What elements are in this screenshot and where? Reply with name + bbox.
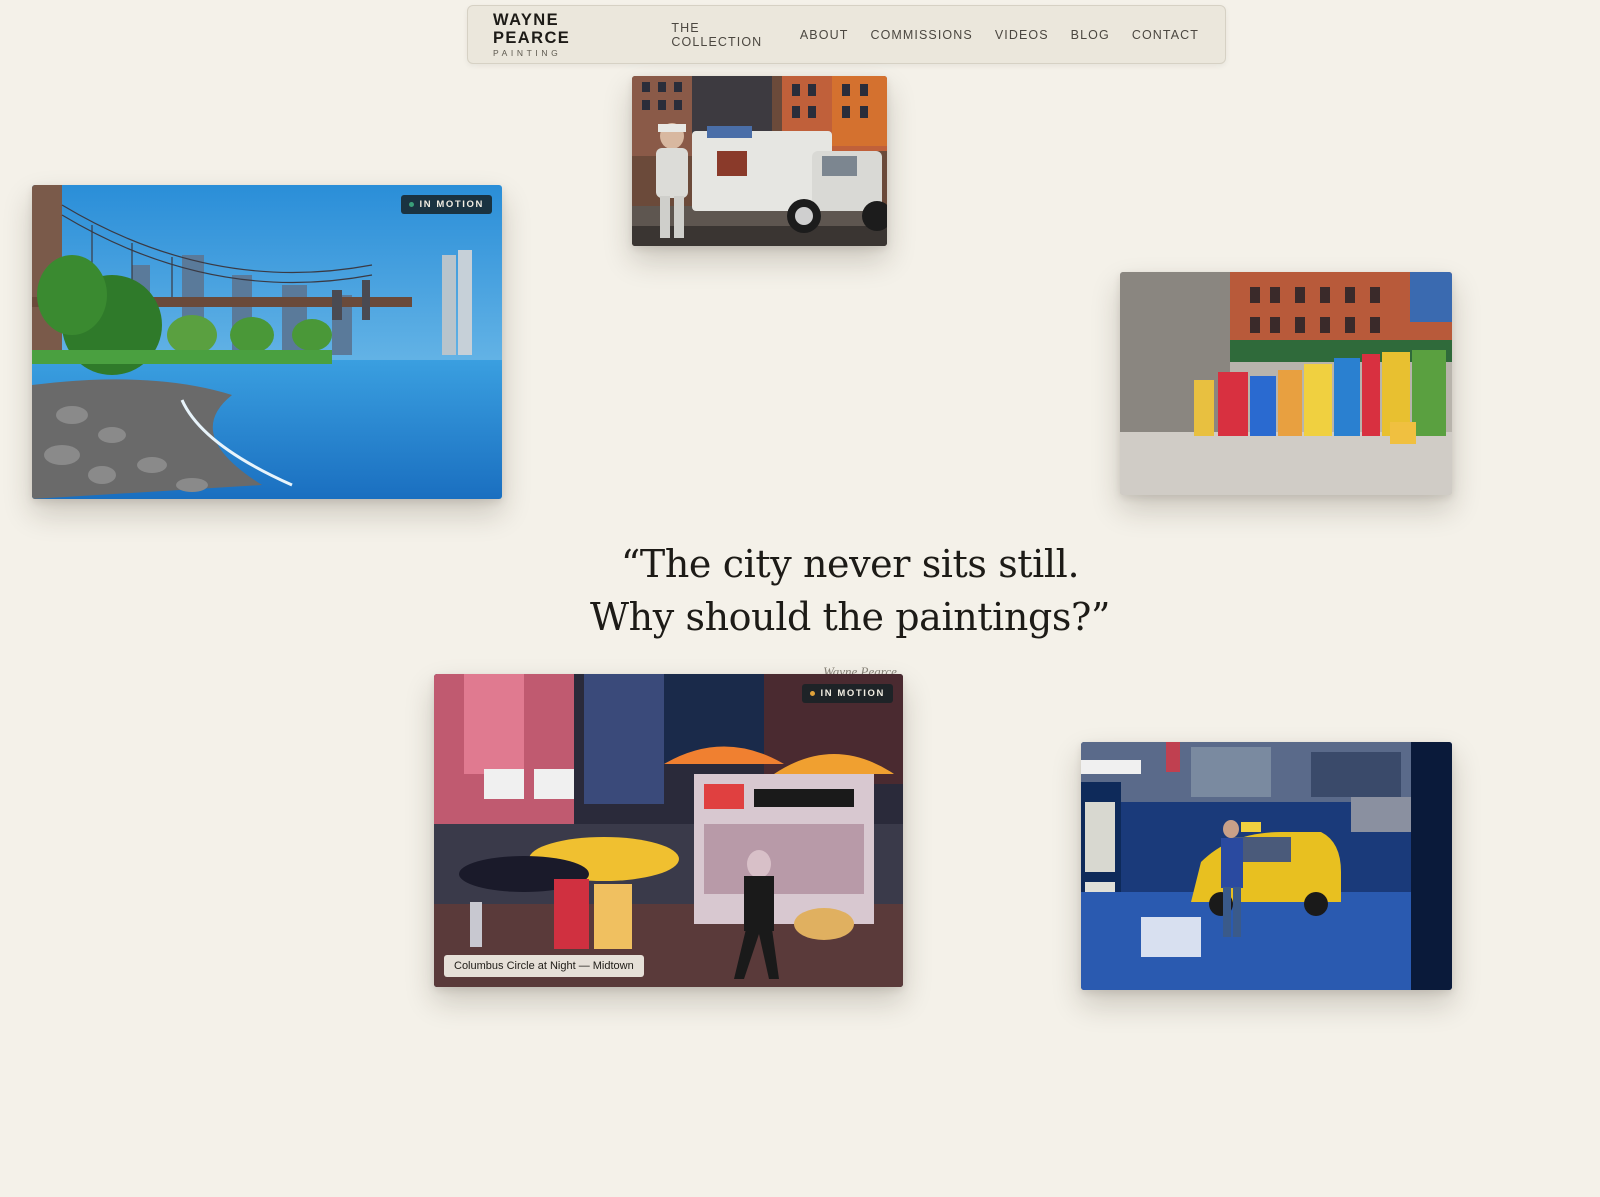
hero-quote: “The city never sits still. Why should t… — [540, 538, 1160, 644]
brand-subtitle: PAINTING — [493, 48, 562, 58]
badge-label: IN MOTION — [820, 688, 885, 699]
painting-brooklyn-bridge[interactable]: IN MOTION — [32, 185, 502, 499]
nav-link-commissions[interactable]: COMMISSIONS — [870, 28, 972, 42]
painting-columbus-circle[interactable]: IN MOTION Columbus Circle at Night — Mid… — [434, 674, 903, 987]
site-nav: WAYNE PEARCE PAINTING THE COLLECTION ABO… — [467, 5, 1226, 64]
in-motion-badge: IN MOTION — [401, 195, 492, 214]
nav-link-the-collection[interactable]: THE COLLECTION — [671, 21, 777, 49]
nav-link-about[interactable]: ABOUT — [800, 28, 849, 42]
quote-line-2: Why should the paintings?” — [589, 595, 1110, 639]
quote-line-1: “The city never sits still. — [620, 542, 1080, 586]
brand-logo[interactable]: WAYNE PEARCE PAINTING — [493, 11, 637, 58]
nav-link-videos[interactable]: VIDEOS — [995, 28, 1049, 42]
nav-links: THE COLLECTION ABOUT COMMISSIONS VIDEOS … — [671, 21, 1199, 49]
newspaper-boxes-artwork — [1120, 272, 1452, 495]
ice-cream-truck-artwork — [632, 76, 887, 246]
columbus-circle-artwork — [434, 674, 903, 987]
badge-label: IN MOTION — [419, 199, 484, 210]
brooklyn-bridge-artwork — [32, 185, 502, 499]
nav-link-contact[interactable]: CONTACT — [1132, 28, 1199, 42]
nav-link-blog[interactable]: BLOG — [1071, 28, 1110, 42]
taxi-gas-station-artwork — [1081, 742, 1452, 990]
in-motion-badge: IN MOTION — [802, 684, 893, 703]
painting-ice-cream-truck[interactable] — [632, 76, 887, 246]
badge-dot-icon — [810, 691, 816, 696]
painting-taxi-gas-station[interactable] — [1081, 742, 1452, 990]
painting-caption: Columbus Circle at Night — Midtown — [444, 955, 644, 977]
painting-newspaper-boxes[interactable] — [1120, 272, 1452, 495]
brand-name: WAYNE PEARCE — [493, 11, 571, 47]
badge-dot-icon — [409, 202, 415, 207]
